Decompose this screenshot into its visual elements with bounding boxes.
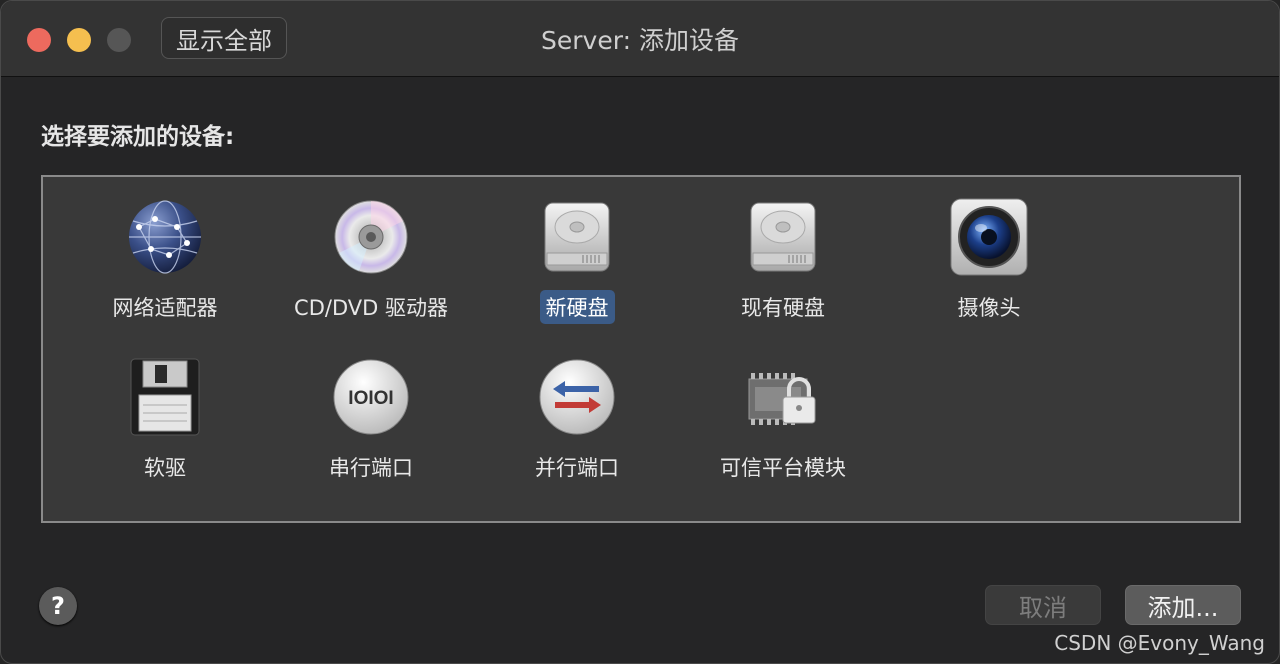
hard-disk-icon bbox=[544, 202, 610, 272]
device-serial-port[interactable]: IOIOI 串行端口 bbox=[271, 357, 471, 484]
device-label: 软驱 bbox=[144, 456, 186, 480]
tpm-chip-lock-icon bbox=[748, 373, 816, 425]
device-label: 并行端口 bbox=[535, 456, 619, 480]
parallel-port-icon bbox=[539, 359, 615, 435]
device-network-adapter[interactable]: 网络适配器 bbox=[65, 197, 265, 324]
device-label: 可信平台模块 bbox=[720, 456, 846, 480]
title-bar: 显示全部 Server: 添加设备 bbox=[1, 1, 1279, 77]
serial-icon-text: IOIOI bbox=[348, 388, 393, 409]
serial-port-icon: IOIOI bbox=[333, 359, 409, 435]
device-prompt: 选择要添加的设备: bbox=[41, 124, 235, 150]
device-tpm[interactable]: 可信平台模块 bbox=[683, 357, 883, 484]
device-label: 摄像头 bbox=[957, 296, 1021, 320]
add-button[interactable]: 添加... bbox=[1125, 585, 1241, 625]
add-device-window: 显示全部 Server: 添加设备 选择要添加的设备: 网络适配器 CD/DVD… bbox=[0, 0, 1280, 664]
watermark: CSDN @Evony_Wang bbox=[1054, 631, 1265, 655]
device-label: 串行端口 bbox=[329, 456, 413, 480]
floppy-disk-icon bbox=[130, 358, 200, 436]
device-label: 新硬盘 bbox=[539, 290, 615, 324]
device-label: 现有硬盘 bbox=[741, 296, 825, 320]
window-title: Server: 添加设备 bbox=[541, 26, 739, 55]
device-parallel-port[interactable]: 并行端口 bbox=[477, 357, 677, 484]
device-floppy[interactable]: 软驱 bbox=[65, 357, 265, 484]
device-label: 网络适配器 bbox=[112, 296, 218, 320]
device-existing-hard-disk[interactable]: 现有硬盘 bbox=[683, 197, 883, 324]
camera-icon bbox=[950, 198, 1028, 276]
device-cd-dvd[interactable]: CD/DVD 驱动器 bbox=[271, 197, 471, 324]
cd-dvd-disc-icon bbox=[334, 200, 408, 274]
device-list: 网络适配器 CD/DVD 驱动器 新硬盘 现有硬盘 摄像头 软驱 IOIOI 串… bbox=[41, 175, 1241, 523]
device-label: CD/DVD 驱动器 bbox=[294, 296, 448, 320]
cancel-button[interactable]: 取消 bbox=[985, 585, 1101, 625]
help-button[interactable]: ? bbox=[39, 587, 77, 625]
network-globe-icon bbox=[129, 200, 201, 274]
device-new-hard-disk[interactable]: 新硬盘 bbox=[477, 197, 677, 324]
hard-disk-icon bbox=[750, 202, 816, 272]
device-camera[interactable]: 摄像头 bbox=[889, 197, 1089, 324]
